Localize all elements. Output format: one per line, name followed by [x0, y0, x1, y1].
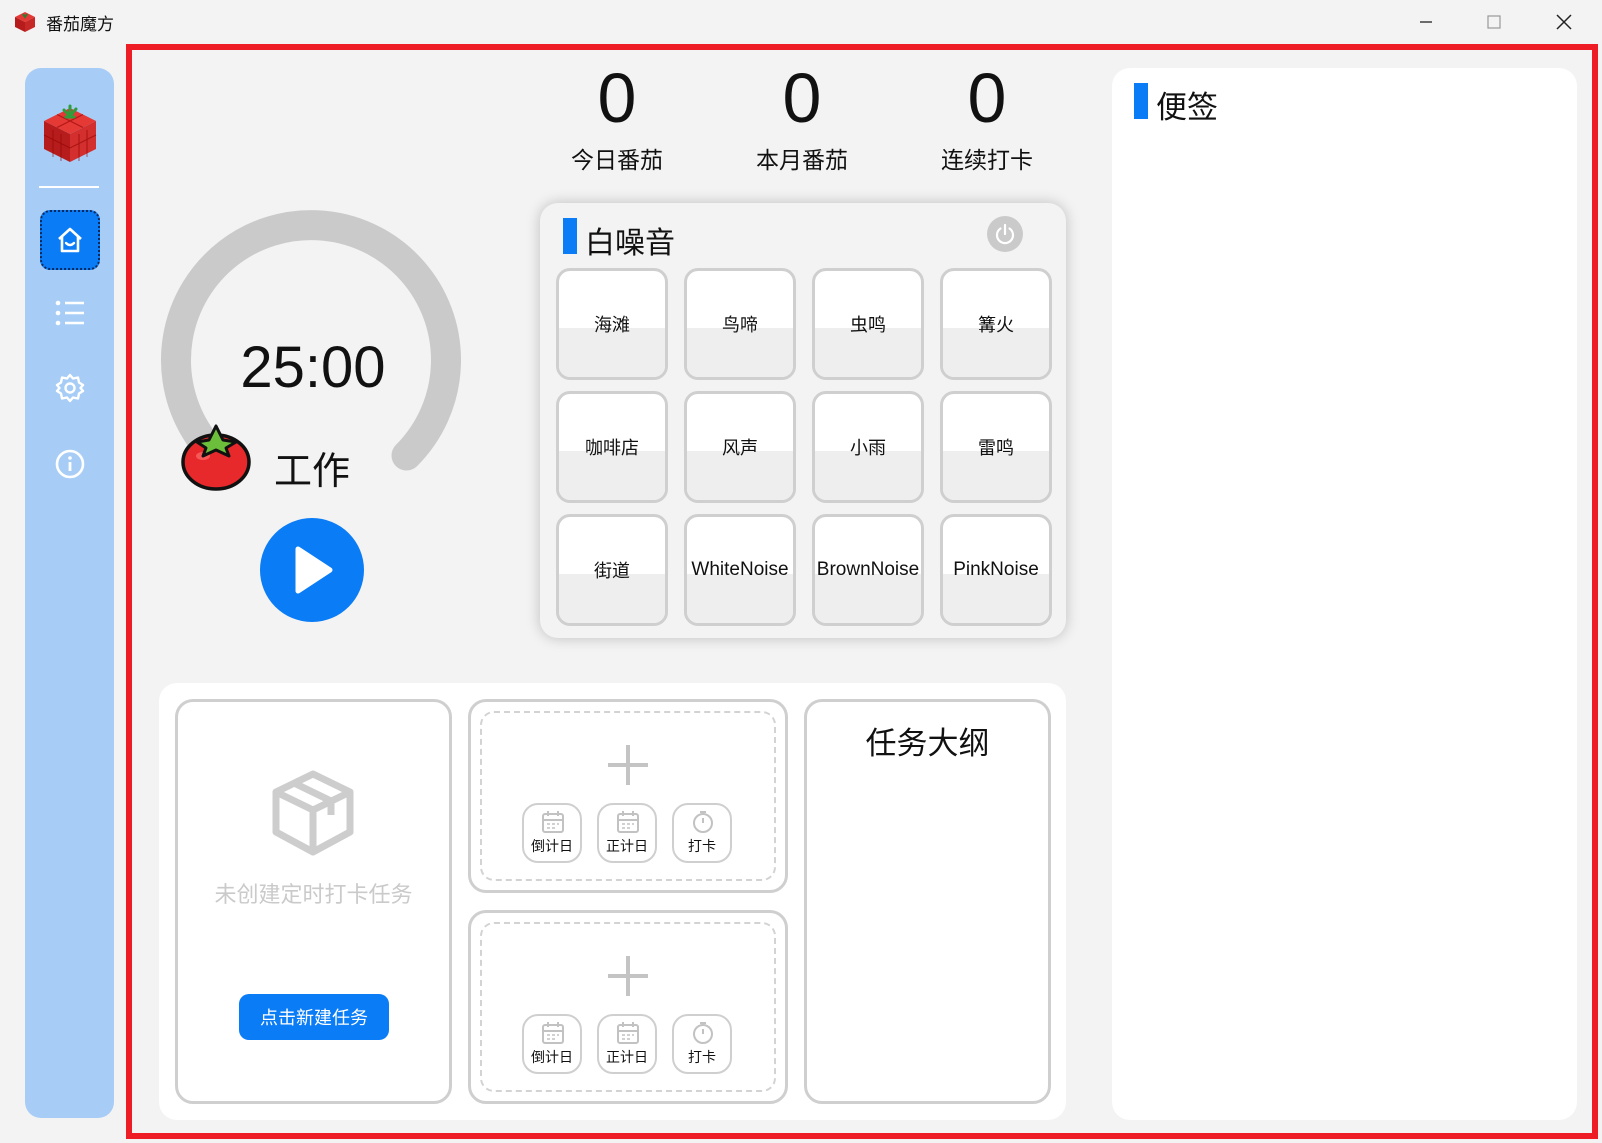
sound-tile[interactable]: 小雨: [812, 391, 924, 503]
section-accent-bar: [1134, 83, 1148, 119]
nav-home[interactable]: [40, 210, 100, 270]
plus-icon[interactable]: [606, 743, 650, 787]
white-noise-title: 白噪音: [585, 226, 675, 261]
power-icon: [995, 223, 1015, 245]
countdown-day-button[interactable]: 倒计日: [522, 803, 582, 863]
sound-tile[interactable]: 虫鸣: [812, 268, 924, 380]
checkin-button-label: 打卡: [688, 1050, 716, 1066]
sound-tile[interactable]: 鸟啼: [684, 268, 796, 380]
streak-label: 连续打卡: [941, 148, 1033, 174]
sound-tile[interactable]: 雷鸣: [940, 391, 1052, 503]
new-task-button[interactable]: 点击新建任务: [239, 994, 389, 1040]
sound-tile-label: 海滩: [594, 315, 630, 336]
noise-power-button[interactable]: [987, 216, 1023, 252]
minimize-button[interactable]: [1392, 0, 1460, 44]
tomato-icon: [179, 420, 253, 492]
sound-tile[interactable]: WhiteNoise: [684, 514, 796, 626]
sound-tile[interactable]: 海滩: [556, 268, 668, 380]
info-icon: [55, 449, 85, 479]
sound-tile-label: 虫鸣: [850, 315, 886, 336]
sound-tile-label: 篝火: [978, 315, 1014, 336]
checkin-button[interactable]: 打卡: [672, 803, 732, 863]
home-icon: [58, 227, 82, 253]
app-logo-icon: [42, 104, 98, 166]
checkin-button[interactable]: 打卡: [672, 1014, 732, 1074]
countup-day-button[interactable]: 正计日: [597, 803, 657, 863]
notes-panel[interactable]: [1112, 68, 1577, 1120]
sound-tile[interactable]: 咖啡店: [556, 391, 668, 503]
checkin-button-label: 打卡: [688, 839, 716, 855]
sound-tile[interactable]: 街道: [556, 514, 668, 626]
countdown-day-button-label: 倒计日: [531, 1050, 573, 1066]
countup-day-button[interactable]: 正计日: [597, 1014, 657, 1074]
nav-about[interactable]: [40, 434, 100, 494]
sound-tile-label: BrownNoise: [816, 559, 920, 580]
countup-day-button-label: 正计日: [606, 839, 648, 855]
month-tomato-count: 0: [782, 59, 822, 137]
countup-day-button-label: 正计日: [606, 1050, 648, 1066]
sound-tile-label: 鸟啼: [722, 315, 758, 336]
notes-title: 便签: [1156, 90, 1218, 126]
close-button[interactable]: [1530, 0, 1598, 44]
sound-tile[interactable]: PinkNoise: [940, 514, 1052, 626]
sound-tile-label: 风声: [722, 438, 758, 459]
sound-tile-label: 雷鸣: [978, 438, 1014, 459]
countdown-day-button-label: 倒计日: [531, 839, 573, 855]
sound-tile[interactable]: 风声: [684, 391, 796, 503]
maximize-icon: [1487, 15, 1501, 29]
nav-tasks[interactable]: [40, 283, 100, 343]
sound-tile-label: 小雨: [850, 438, 886, 459]
quick-add-card[interactable]: [468, 699, 788, 893]
checkin-empty-text: 未创建定时打卡任务: [214, 883, 413, 908]
maximize-button[interactable]: [1460, 0, 1528, 44]
sidebar-divider: [39, 186, 99, 188]
today-tomato-count: 0: [597, 59, 637, 137]
gear-icon: [55, 373, 85, 403]
sound-tile[interactable]: BrownNoise: [812, 514, 924, 626]
play-icon: [295, 546, 333, 594]
close-icon: [1556, 14, 1572, 30]
sound-tile[interactable]: 篝火: [940, 268, 1052, 380]
nav-settings[interactable]: [40, 358, 100, 418]
month-tomato-label: 本月番茄: [756, 148, 848, 174]
quick-add-card[interactable]: [468, 910, 788, 1104]
play-button[interactable]: [260, 518, 364, 622]
task-outline-title: 任务大纲: [865, 726, 990, 762]
minimize-icon: [1420, 21, 1432, 23]
section-accent-bar: [563, 218, 577, 254]
today-tomato-label: 今日番茄: [571, 148, 663, 174]
app-logo-icon: [14, 11, 36, 33]
countdown-day-button[interactable]: 倒计日: [522, 1014, 582, 1074]
timer-mode-label: 工作: [274, 449, 351, 493]
plus-icon[interactable]: [606, 954, 650, 998]
window-title: 番茄魔方: [46, 15, 114, 35]
list-icon: [55, 300, 84, 326]
sound-tile-label: 咖啡店: [585, 438, 639, 459]
sound-tile-label: WhiteNoise: [691, 559, 789, 580]
sound-tile-label: PinkNoise: [953, 559, 1039, 580]
empty-box-icon: [268, 768, 358, 858]
streak-count: 0: [967, 59, 1007, 137]
sound-tile-label: 街道: [594, 561, 630, 582]
title-bar: [0, 0, 1602, 44]
timer-display: 25:00: [240, 335, 386, 400]
